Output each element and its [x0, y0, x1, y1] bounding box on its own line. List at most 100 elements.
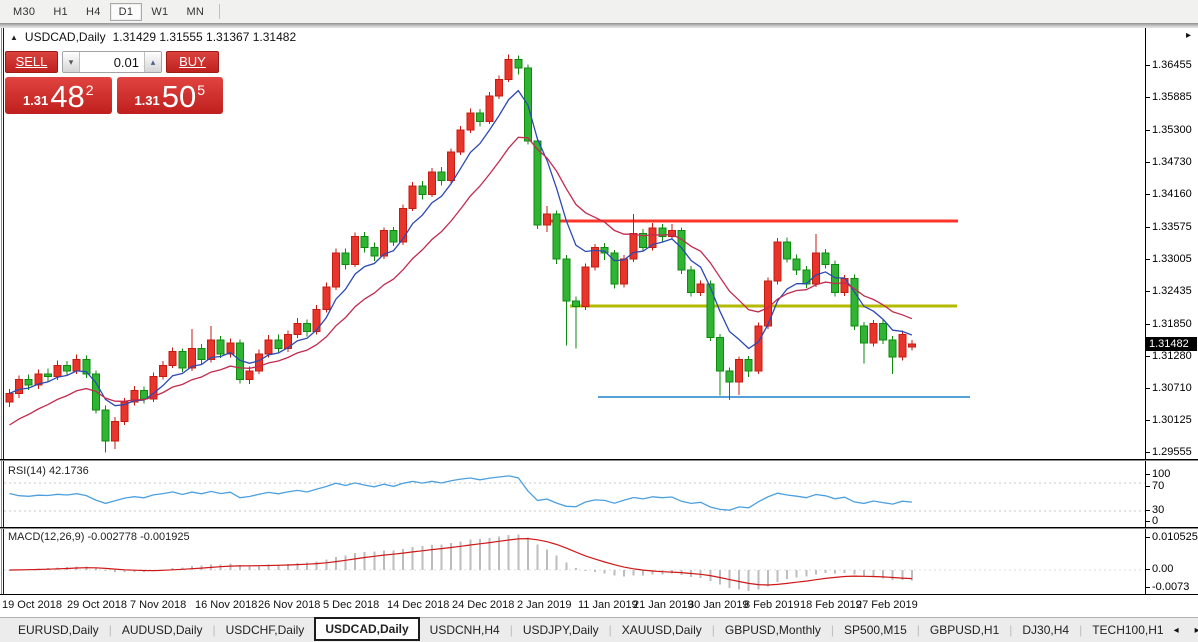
macd-histogram-bar [412, 547, 414, 570]
price-axis-label: 1.30710 [1152, 382, 1192, 394]
candle [764, 277, 771, 329]
candle [505, 55, 512, 82]
candle [102, 406, 109, 453]
chart-tab-eurusd-daily[interactable]: EURUSD,Daily [8, 619, 109, 641]
price-axis-label-tick [1146, 130, 1150, 131]
candle [544, 206, 551, 232]
candle [131, 386, 138, 406]
sell-button[interactable]: SELL [5, 51, 58, 73]
macd-histogram-bar [191, 566, 193, 570]
candle [688, 266, 695, 296]
timeframe-button-w1[interactable]: W1 [142, 3, 177, 21]
buy-price-prefix: 1.31 [134, 93, 159, 108]
timeframe-toolbar: M30H1H4D1W1MN [0, 0, 1198, 23]
candle [611, 250, 618, 289]
date-axis-label: 24 Dec 2018 [452, 599, 514, 611]
tab-scroll-arrows: ◂▸ [1174, 625, 1198, 636]
candle [774, 238, 781, 285]
chart-tab-gbpusd-monthly[interactable]: GBPUSD,Monthly [715, 619, 831, 641]
volume-decrease-icon[interactable]: ▾ [63, 52, 80, 72]
date-axis-label: 2 Jan 2019 [517, 599, 571, 611]
chart-scroll-right-icon[interactable]: ▸ [1186, 30, 1191, 41]
chart-tab-tech100-h1[interactable]: TECH100,H1 [1082, 619, 1173, 641]
macd-histogram-bar [892, 570, 894, 580]
rsi-axis-label: 70 [1152, 480, 1164, 492]
date-axis-label: 29 Oct 2018 [67, 599, 127, 611]
buy-price-main: 50 [162, 81, 196, 113]
price-axis-label-tick [1146, 194, 1150, 195]
symbol-tab-bar: EURUSD,Daily|AUDUSD,Daily|USDCHF,DailyUS… [0, 617, 1198, 642]
macd-histogram-bar [335, 557, 337, 570]
chart-tab-dj30-h4[interactable]: DJ30,H4 [1012, 619, 1079, 641]
macd-histogram-bar [402, 549, 404, 570]
candle [793, 254, 800, 275]
tab-scroll-right-icon[interactable]: ▸ [1195, 625, 1198, 636]
timeframe-button-h4[interactable]: H4 [77, 3, 110, 21]
candle [563, 255, 570, 346]
macd-histogram-bar [844, 570, 846, 573]
volume-increase-icon[interactable]: ▴ [144, 52, 161, 72]
chart-tab-usdcad-daily[interactable]: USDCAD,Daily [314, 617, 419, 641]
macd-histogram-bar [748, 570, 750, 591]
date-axis-label: 5 Dec 2018 [323, 599, 379, 611]
candle [332, 249, 339, 291]
candle [6, 389, 13, 407]
timeframe-button-d1[interactable]: D1 [110, 3, 143, 21]
chart-tab-usdjpy-daily[interactable]: USDJPY,Daily [513, 619, 609, 641]
candle [361, 232, 368, 253]
candle [160, 361, 167, 380]
buy-price-tile[interactable]: 1.31 50 5 [117, 77, 224, 114]
chart-tab-gbpusd-h1[interactable]: GBPUSD,H1 [920, 619, 1009, 641]
macd-histogram-bar [325, 560, 327, 570]
candle [428, 168, 435, 197]
rsi-line [10, 476, 912, 510]
candle [198, 344, 205, 365]
macd-histogram-bar [383, 550, 385, 570]
timeframe-button-h1[interactable]: H1 [44, 3, 77, 21]
one-click-trade-panel: SELL ▾ ▴ BUY 1.31 48 2 1.31 50 5 [5, 51, 223, 114]
macd-histogram-bar [527, 538, 529, 570]
candle [851, 274, 858, 330]
chart-tab-audusd-daily[interactable]: AUDUSD,Daily [112, 619, 213, 641]
collapse-panel-icon[interactable]: ▲ [10, 33, 18, 42]
rsi-axis-label-tick [1146, 486, 1150, 487]
candle [908, 340, 915, 351]
macd-histogram-bar [354, 553, 356, 570]
sell-price-tile[interactable]: 1.31 48 2 [5, 77, 112, 114]
price-axis-label: 1.35885 [1152, 91, 1192, 103]
macd-histogram-bar [469, 540, 471, 570]
buy-button[interactable]: BUY [166, 51, 219, 73]
price-axis-label: 1.29555 [1152, 446, 1192, 458]
sell-price-prefix: 1.31 [23, 93, 48, 108]
macd-dateaxis-separator [0, 594, 1198, 595]
macd-axis-label: 0.00 [1152, 563, 1173, 575]
macd-histogram-bar [604, 570, 606, 573]
price-axis-label-tick [1146, 65, 1150, 66]
timeframe-button-m30[interactable]: M30 [4, 3, 44, 21]
volume-input[interactable] [80, 52, 144, 72]
macd-histogram-bar [613, 570, 615, 576]
macd-histogram-bar [546, 549, 548, 570]
timeframe-button-mn[interactable]: MN [177, 3, 213, 21]
macd-histogram-bar [777, 570, 779, 582]
candle [899, 331, 906, 361]
candle [707, 281, 714, 342]
tab-scroll-left-icon[interactable]: ◂ [1174, 625, 1179, 636]
chart-tab-usdchf-daily[interactable]: USDCHF,Daily [216, 619, 315, 641]
chart-tab-xauusd-daily[interactable]: XAUUSD,Daily [612, 619, 712, 641]
rsi-indicator-canvas[interactable] [4, 462, 1145, 526]
chart-title: ▲ USDCAD,Daily 1.31429 1.31555 1.31367 1… [10, 30, 296, 44]
macd-axis-label-tick [1146, 587, 1150, 588]
candle [304, 319, 311, 336]
macd-label: MACD(12,26,9) -0.002778 -0.001925 [8, 531, 190, 543]
chart-tab-sp500-m15[interactable]: SP500,M15 [834, 619, 917, 641]
rsi-axis-label-tick [1146, 521, 1150, 522]
price-axis-label: 1.31850 [1152, 318, 1192, 330]
main-rsi-separator-shadow [0, 460, 1198, 461]
rsi-axis-label-tick [1146, 510, 1150, 511]
buy-price-pip: 5 [197, 82, 205, 98]
date-axis-label: 14 Dec 2018 [387, 599, 449, 611]
candle [697, 281, 704, 296]
macd-histogram-bar [757, 570, 759, 590]
chart-tab-usdcnh-h4[interactable]: USDCNH,H4 [420, 619, 510, 641]
